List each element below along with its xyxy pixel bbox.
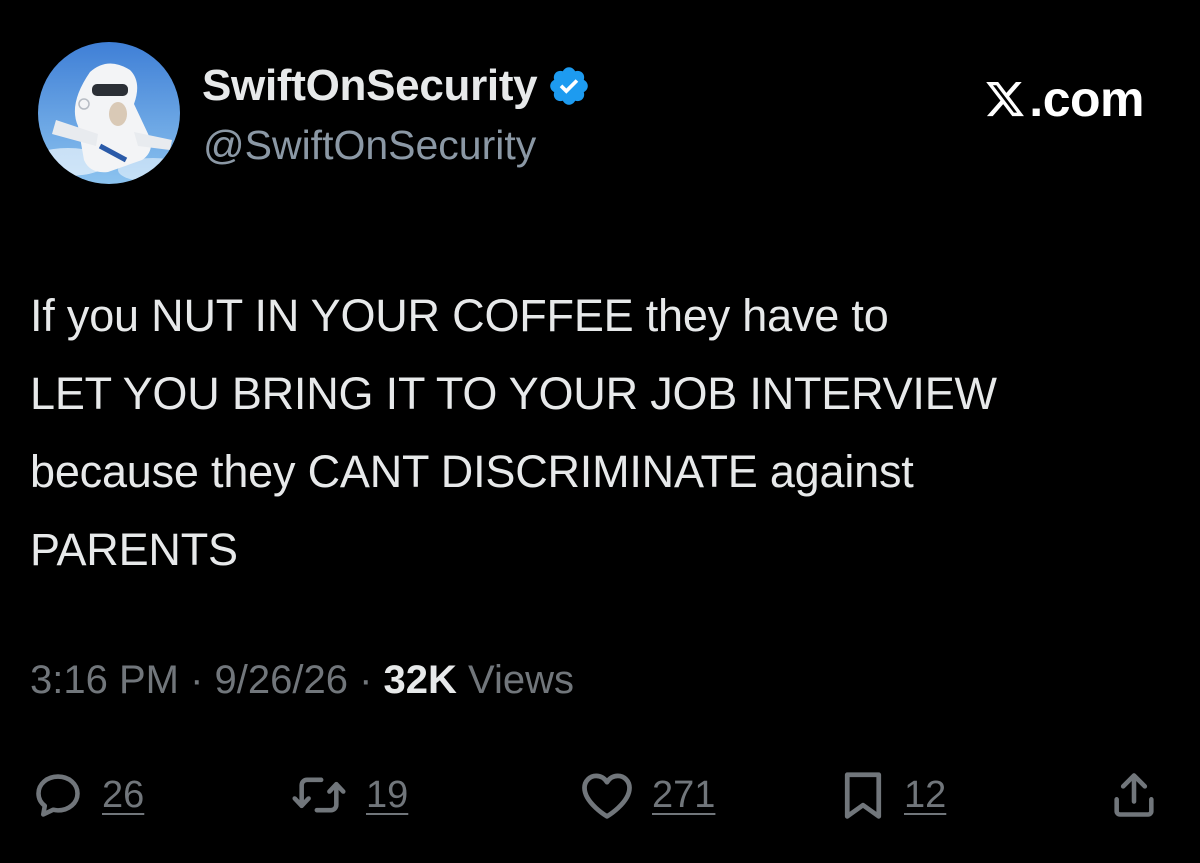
tweet-text-line: because they CANT DISCRIMINATE against xyxy=(30,446,914,497)
tweet-time[interactable]: 3:16 PM xyxy=(30,658,179,702)
tweet-text-line: PARENTS xyxy=(30,524,238,575)
avatar-image xyxy=(38,42,180,184)
avatar[interactable] xyxy=(38,42,180,184)
views-label: Views xyxy=(456,658,575,702)
repost-icon xyxy=(290,769,348,821)
display-name-row: SwiftOnSecurity xyxy=(202,58,591,114)
display-name[interactable]: SwiftOnSecurity xyxy=(202,61,538,111)
repost-button[interactable]: 19 xyxy=(290,760,408,830)
tweet-text: If you NUT IN YOUR COFFEE they have to L… xyxy=(30,277,1180,589)
bookmark-count[interactable]: 12 xyxy=(904,774,946,817)
tweet-text-line: LET YOU BRING IT TO YOUR JOB INTERVIEW xyxy=(30,368,997,419)
x-logo-icon xyxy=(983,78,1029,120)
heart-icon xyxy=(580,770,634,820)
brand-suffix: .com xyxy=(1029,71,1144,127)
share-button[interactable] xyxy=(1108,760,1160,830)
reply-button[interactable]: 26 xyxy=(32,760,144,830)
views-count: 32K xyxy=(383,658,457,702)
action-bar: 26 19 271 12 xyxy=(0,760,1200,830)
meta-separator: · xyxy=(347,658,384,702)
verified-badge-icon xyxy=(547,64,591,108)
reply-count[interactable]: 26 xyxy=(102,774,144,817)
tweet-date[interactable]: 9/26/26 xyxy=(215,658,348,702)
bookmark-icon xyxy=(840,768,886,822)
repost-count[interactable]: 19 xyxy=(366,774,408,817)
tweet-card: SwiftOnSecurity @SwiftOnSecurity .com If… xyxy=(0,0,1200,863)
handle[interactable]: @SwiftOnSecurity xyxy=(203,122,536,169)
meta-separator: · xyxy=(178,658,215,702)
reply-bubble-icon xyxy=(32,769,84,821)
tweet-text-line: If you NUT IN YOUR COFFEE they have to xyxy=(30,290,889,341)
brand-logo: .com xyxy=(983,70,1144,128)
like-button[interactable]: 271 xyxy=(580,760,715,830)
share-icon xyxy=(1108,768,1160,822)
tweet-meta: 3:16 PM · 9/26/26 · 32K Views xyxy=(30,658,574,703)
like-count[interactable]: 271 xyxy=(652,774,715,817)
bookmark-button[interactable]: 12 xyxy=(840,760,946,830)
